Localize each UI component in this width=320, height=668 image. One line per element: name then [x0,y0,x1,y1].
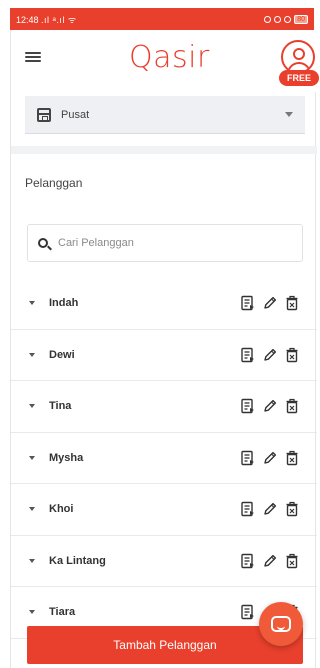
expand-icon[interactable] [25,502,39,516]
clock-icon [284,15,292,23]
customer-name: Tiara [49,606,76,619]
customer-name: Tina [49,400,72,413]
list-item[interactable]: Ka Lintang [11,536,317,587]
edit-icon[interactable] [261,294,279,312]
edit-icon[interactable] [261,397,279,415]
delete-icon[interactable] [283,552,301,570]
detail-icon[interactable] [239,552,257,570]
expand-icon[interactable] [25,451,39,465]
delete-icon[interactable] [283,397,301,415]
expand-icon[interactable] [25,348,39,362]
hamburger-icon[interactable] [25,50,41,64]
search-input[interactable] [58,237,278,249]
notification-icon [264,15,272,23]
outlet-value: Pusat [61,108,90,121]
plan-badge: FREE [279,70,319,86]
customer-name: Dewi [49,348,75,361]
status-bar: 12:48 .ıl ᵃ.ıl ᯤ 80 [10,8,314,30]
edit-icon[interactable] [261,500,279,518]
alarm-icon [274,15,282,23]
detail-icon[interactable] [239,397,257,415]
expand-icon[interactable] [25,554,39,568]
store-icon [37,107,51,122]
expand-icon[interactable] [25,296,39,310]
user-icon [281,40,315,74]
customer-name: Ka Lintang [49,554,106,567]
status-time: 12:48 [16,14,39,25]
avatar[interactable]: FREE [279,40,319,90]
detail-icon[interactable] [239,294,257,312]
customer-name: Indah [49,297,79,310]
list-item[interactable]: Tina [11,381,317,433]
delete-icon[interactable] [283,500,301,518]
list-item[interactable]: Indah [11,278,317,330]
app-header: Qasir FREE [11,30,319,92]
delete-icon[interactable] [283,294,301,312]
chat-button[interactable] [259,602,303,646]
app-logo: Qasir [129,40,210,75]
chat-icon [271,616,291,632]
edit-icon[interactable] [261,552,279,570]
search-box[interactable] [27,224,303,262]
detail-icon[interactable] [239,449,257,467]
delete-icon[interactable] [283,346,301,364]
customer-name: Khoi [49,503,74,516]
expand-icon[interactable] [25,605,39,619]
detail-icon[interactable] [239,346,257,364]
signal-icon: .ıl ᵃ.ıl ᯤ [41,14,77,25]
edit-icon[interactable] [261,449,279,467]
page-title: Pelanggan [25,176,83,190]
search-icon [38,238,48,248]
expand-icon[interactable] [25,399,39,413]
divider [11,146,317,154]
battery-icon: 80 [294,14,308,24]
chevron-down-icon [285,112,293,117]
delete-icon[interactable] [283,449,301,467]
detail-icon[interactable] [239,603,257,621]
app-frame: Qasir FREE Pusat Pelanggan Indah Dewi [10,30,319,668]
customer-name: Mysha [49,451,84,464]
list-item[interactable]: Khoi [11,484,317,536]
edit-icon[interactable] [261,346,279,364]
detail-icon[interactable] [239,500,257,518]
outlet-select[interactable]: Pusat [25,96,305,134]
customer-list: Indah Dewi Tina Mysha Khoi Ka Lintang Ti… [11,278,317,640]
list-item[interactable]: Dewi [11,330,317,381]
list-item[interactable]: Mysha [11,433,317,484]
